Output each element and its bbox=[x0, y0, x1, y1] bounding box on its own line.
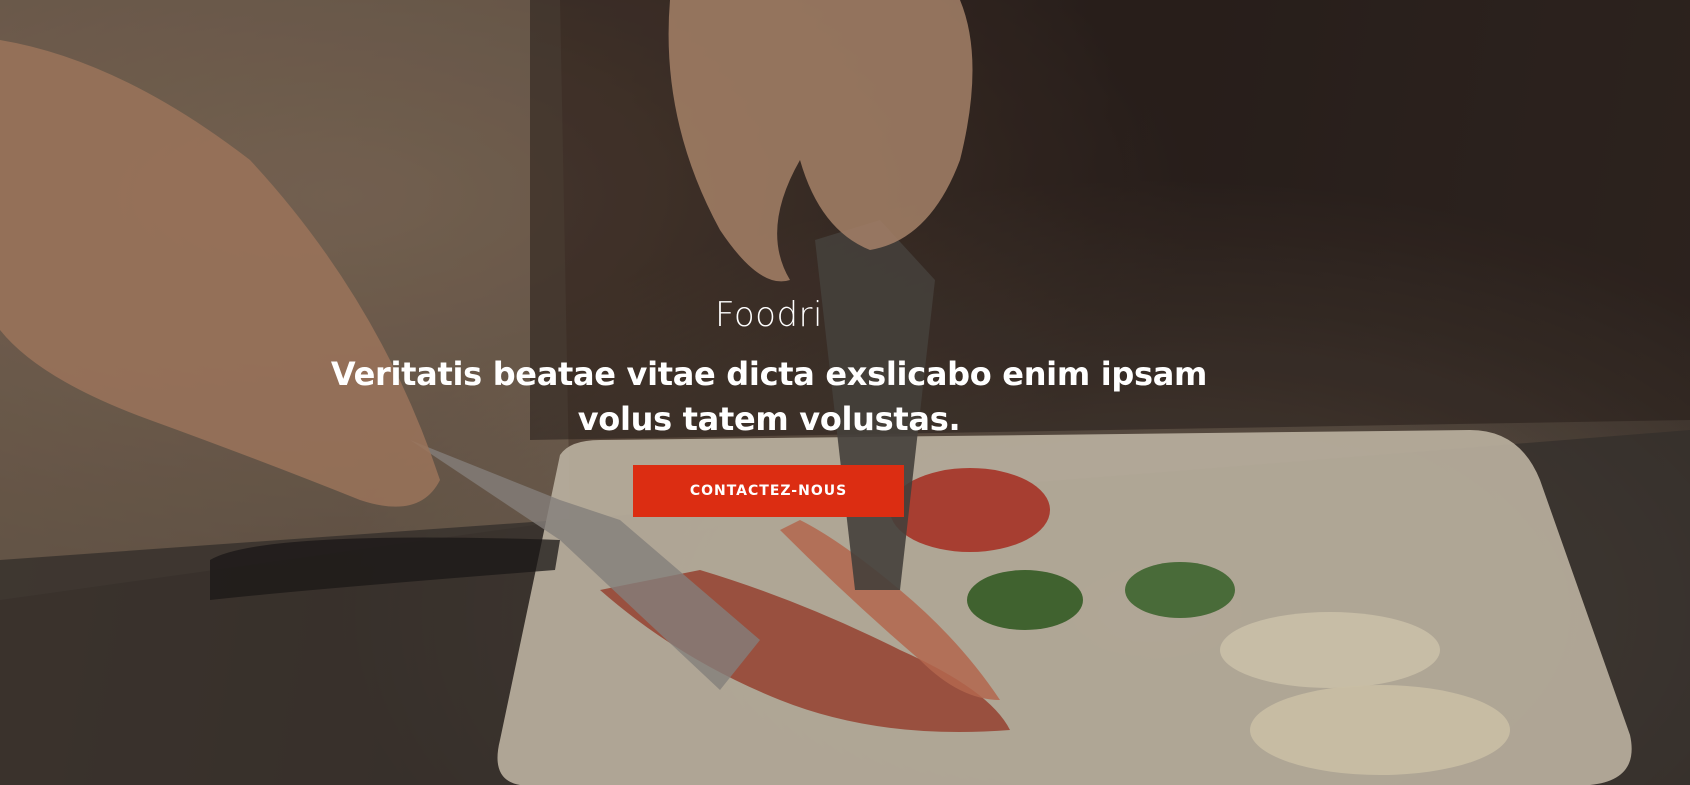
hero-section: Foodri Veritatis beatae vitae dicta exsl… bbox=[0, 0, 1690, 785]
hero-content: Foodri Veritatis beatae vitae dicta exsl… bbox=[0, 0, 1690, 785]
hero-headline: Veritatis beatae vitae dicta exslicabo e… bbox=[330, 355, 1208, 438]
contact-button[interactable]: CONTACTEZ-NOUS bbox=[633, 465, 904, 517]
brand-name: Foodri bbox=[715, 295, 823, 335]
